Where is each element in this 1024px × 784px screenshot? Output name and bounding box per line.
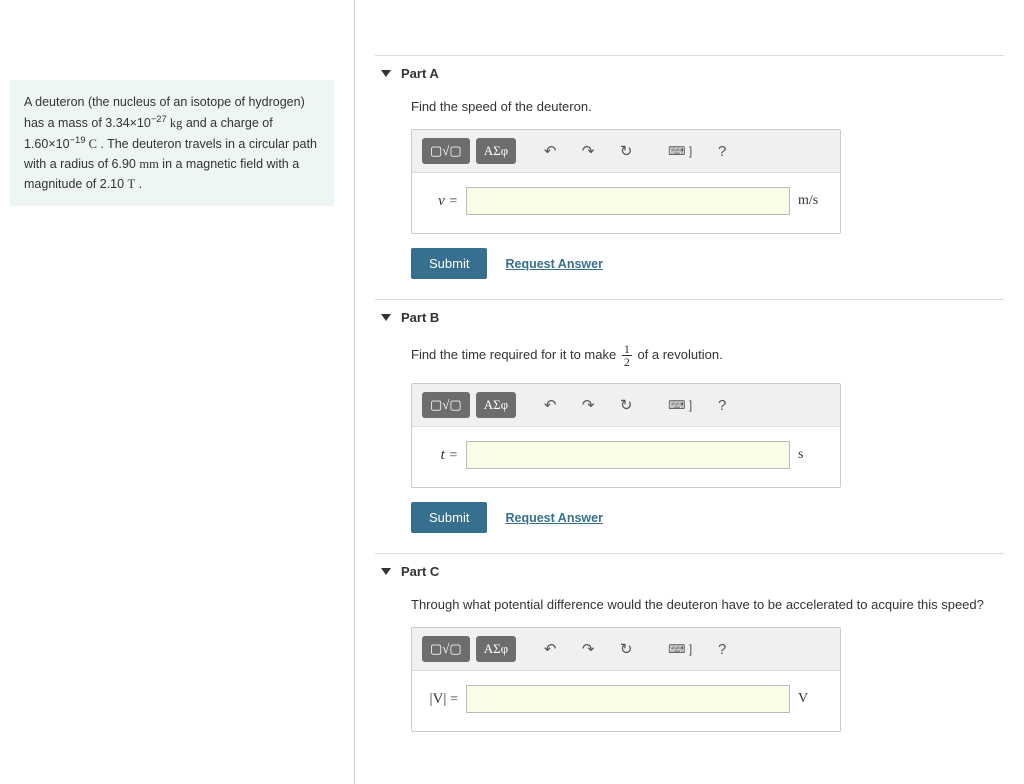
part-b-unit: s: [798, 447, 828, 463]
part-a-header[interactable]: Part A: [375, 56, 1004, 89]
part-b-toolbar: ▢√▢ ΑΣφ ↶ ↷ ↻ ⌨ ] ?: [412, 384, 840, 427]
fraction-one-half: 12: [622, 343, 632, 368]
reset-button[interactable]: ↻: [610, 392, 642, 418]
part-c-answer-box: ▢√▢ ΑΣφ ↶ ↷ ↻ ⌨ ] ? |V| = V: [411, 627, 841, 732]
redo-button[interactable]: ↷: [572, 636, 604, 662]
mass-exponent: −27: [151, 114, 167, 124]
part-c-input[interactable]: [466, 685, 790, 713]
template-button[interactable]: ▢√▢: [422, 636, 470, 662]
part-b-prompt-before: Find the time required for it to make: [411, 347, 620, 362]
part-c-answer-row: |V| = V: [412, 671, 840, 731]
greek-button[interactable]: ΑΣφ: [476, 138, 516, 164]
problem-statement: A deuteron (the nucleus of an isotope of…: [10, 80, 334, 206]
part-c-header[interactable]: Part C: [375, 554, 1004, 587]
undo-button[interactable]: ↶: [534, 392, 566, 418]
part-b-title: Part B: [401, 310, 439, 325]
keyboard-button[interactable]: ⌨ ]: [660, 138, 700, 164]
submit-button[interactable]: Submit: [411, 502, 487, 533]
part-b-answer-box: ▢√▢ ΑΣφ ↶ ↷ ↻ ⌨ ] ? t = s: [411, 383, 841, 488]
greek-button[interactable]: ΑΣφ: [476, 392, 516, 418]
part-b-prompt: Find the time required for it to make 12…: [411, 343, 1004, 368]
redo-button[interactable]: ↷: [572, 138, 604, 164]
part-a-toolbar: ▢√▢ ΑΣφ ↶ ↷ ↻ ⌨ ] ?: [412, 130, 840, 173]
page-root: A deuteron (the nucleus of an isotope of…: [0, 0, 1024, 784]
part-c-prompt: Through what potential difference would …: [411, 597, 1004, 612]
problem-period: .: [135, 177, 142, 191]
part-a-body: Find the speed of the deuteron. ▢√▢ ΑΣφ …: [375, 89, 1004, 279]
undo-button[interactable]: ↶: [534, 636, 566, 662]
help-button[interactable]: ?: [706, 636, 738, 662]
part-c-variable: |V| =: [424, 691, 458, 708]
part-b-prompt-after: of a revolution.: [637, 347, 722, 362]
help-button[interactable]: ?: [706, 392, 738, 418]
part-a-section: Part A Find the speed of the deuteron. ▢…: [375, 55, 1004, 279]
request-answer-link[interactable]: Request Answer: [505, 511, 602, 525]
mass-unit: kg: [167, 116, 183, 130]
reset-button[interactable]: ↻: [610, 138, 642, 164]
template-button[interactable]: ▢√▢: [422, 392, 470, 418]
part-c-section: Part C Through what potential difference…: [375, 553, 1004, 732]
greek-button[interactable]: ΑΣφ: [476, 636, 516, 662]
part-b-variable: t =: [424, 447, 458, 464]
request-answer-link[interactable]: Request Answer: [505, 257, 602, 271]
part-a-actions: Submit Request Answer: [411, 248, 1004, 279]
undo-button[interactable]: ↶: [534, 138, 566, 164]
part-b-actions: Submit Request Answer: [411, 502, 1004, 533]
chevron-down-icon: [381, 70, 391, 77]
redo-button[interactable]: ↷: [572, 392, 604, 418]
part-a-title: Part A: [401, 66, 439, 81]
part-b-answer-row: t = s: [412, 427, 840, 487]
part-a-answer-box: ▢√▢ ΑΣφ ↶ ↷ ↻ ⌨ ] ? v = m/s: [411, 129, 841, 234]
chevron-down-icon: [381, 568, 391, 575]
parts-column: Part A Find the speed of the deuteron. ▢…: [355, 0, 1024, 784]
charge-unit: C: [85, 137, 96, 151]
reset-button[interactable]: ↻: [610, 636, 642, 662]
part-b-header[interactable]: Part B: [375, 300, 1004, 333]
part-b-body: Find the time required for it to make 12…: [375, 333, 1004, 533]
submit-button[interactable]: Submit: [411, 248, 487, 279]
part-b-input[interactable]: [466, 441, 790, 469]
part-c-toolbar: ▢√▢ ΑΣφ ↶ ↷ ↻ ⌨ ] ?: [412, 628, 840, 671]
chevron-down-icon: [381, 314, 391, 321]
part-c-unit: V: [798, 691, 828, 707]
charge-exponent: −19: [70, 135, 86, 145]
part-a-input[interactable]: [466, 187, 790, 215]
part-a-variable: v =: [424, 193, 458, 210]
part-c-title: Part C: [401, 564, 439, 579]
part-a-prompt: Find the speed of the deuteron.: [411, 99, 1004, 114]
part-a-answer-row: v = m/s: [412, 173, 840, 233]
help-button[interactable]: ?: [706, 138, 738, 164]
keyboard-button[interactable]: ⌨ ]: [660, 392, 700, 418]
problem-column: A deuteron (the nucleus of an isotope of…: [0, 0, 355, 784]
part-b-section: Part B Find the time required for it to …: [375, 299, 1004, 533]
part-a-unit: m/s: [798, 193, 828, 209]
part-c-body: Through what potential difference would …: [375, 587, 1004, 732]
keyboard-button[interactable]: ⌨ ]: [660, 636, 700, 662]
template-button[interactable]: ▢√▢: [422, 138, 470, 164]
radius-unit: mm: [139, 157, 158, 171]
